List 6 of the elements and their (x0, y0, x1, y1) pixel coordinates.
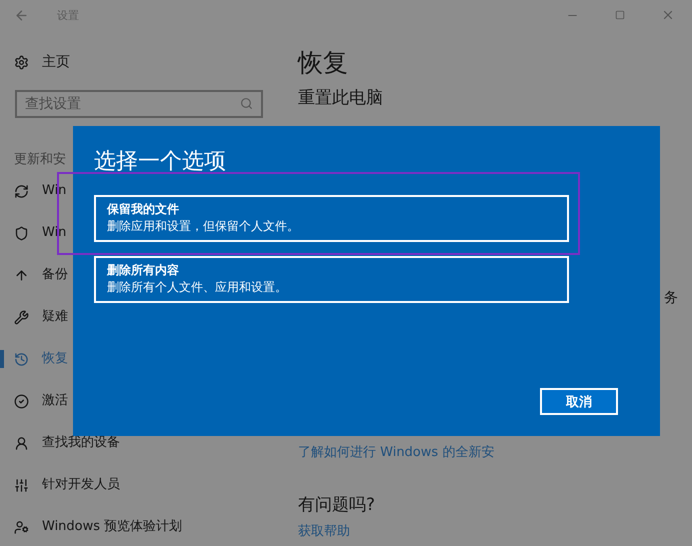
partial-text: 务 (664, 289, 678, 307)
section-title: 重置此电脑 (298, 87, 384, 109)
section-heading: 更新和安 (14, 151, 66, 169)
section-title: 有问题吗? (298, 494, 376, 516)
page-title: 恢复 (298, 47, 349, 79)
dialog-title: 选择一个选项 (94, 148, 227, 176)
